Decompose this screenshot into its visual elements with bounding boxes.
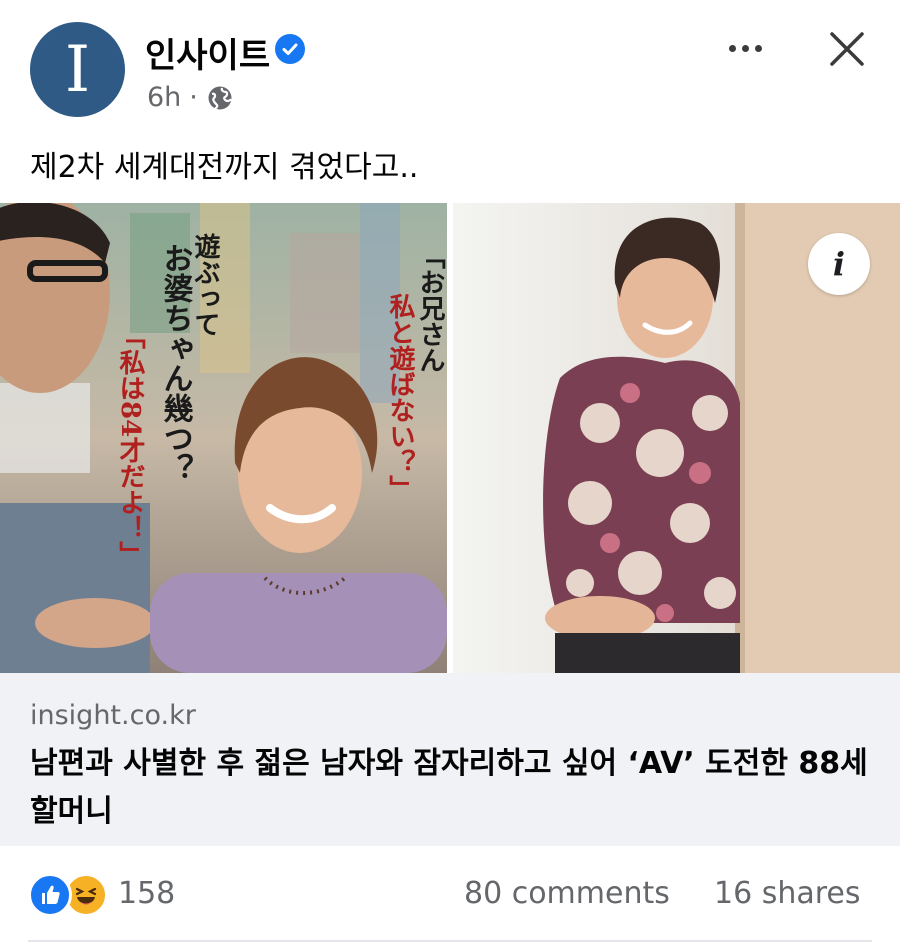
- page-name[interactable]: 인사이트: [145, 28, 270, 77]
- svg-text:私と遊ばない？」: 私と遊ばない？」: [385, 293, 415, 501]
- shares-count[interactable]: 16 shares: [714, 876, 861, 911]
- post-caption: 제2차 세계대전까지 겪었다고..: [30, 150, 419, 185]
- link-domain: insight.co.kr: [30, 700, 196, 731]
- more-options-icon[interactable]: [720, 28, 770, 68]
- svg-text:お婆ちゃん幾つ？: お婆ちゃん幾つ？: [158, 243, 194, 483]
- post-header: I 인사이트 6h ·: [0, 0, 900, 130]
- link-headline[interactable]: 남편과 사별한 후 젊은 남자와 잠자리하고 싶어 ‘AV’ 도전한 88세 할…: [30, 740, 880, 836]
- meta-separator: ·: [189, 82, 198, 113]
- svg-text:「私は84才だよ！」: 「私は84才だよ！」: [115, 323, 145, 567]
- post-image[interactable]: 遊ぶって お婆ちゃん幾つ？ 「私は84才だよ！」 「お兄さん 私と遊ばない？」: [0, 203, 900, 673]
- reaction-count[interactable]: 158: [118, 876, 175, 911]
- avatar-letter: I: [64, 32, 91, 107]
- svg-text:「お兄さん: 「お兄さん: [415, 243, 445, 373]
- page-avatar[interactable]: I: [30, 22, 125, 117]
- svg-text:遊ぶって: 遊ぶって: [190, 232, 220, 337]
- globe-icon[interactable]: [206, 84, 234, 112]
- close-icon[interactable]: [822, 24, 872, 74]
- footer-divider: [28, 940, 872, 942]
- info-button[interactable]: i: [808, 233, 870, 295]
- comments-count[interactable]: 80 comments: [464, 876, 670, 911]
- post-image-illustration: 遊ぶって お婆ちゃん幾つ？ 「私は84才だよ！」 「お兄さん 私と遊ばない？」: [0, 203, 900, 673]
- verified-badge-icon: [275, 34, 305, 64]
- post-meta: 6h ·: [147, 82, 234, 113]
- post-time[interactable]: 6h: [147, 82, 181, 113]
- like-icon[interactable]: [28, 873, 72, 917]
